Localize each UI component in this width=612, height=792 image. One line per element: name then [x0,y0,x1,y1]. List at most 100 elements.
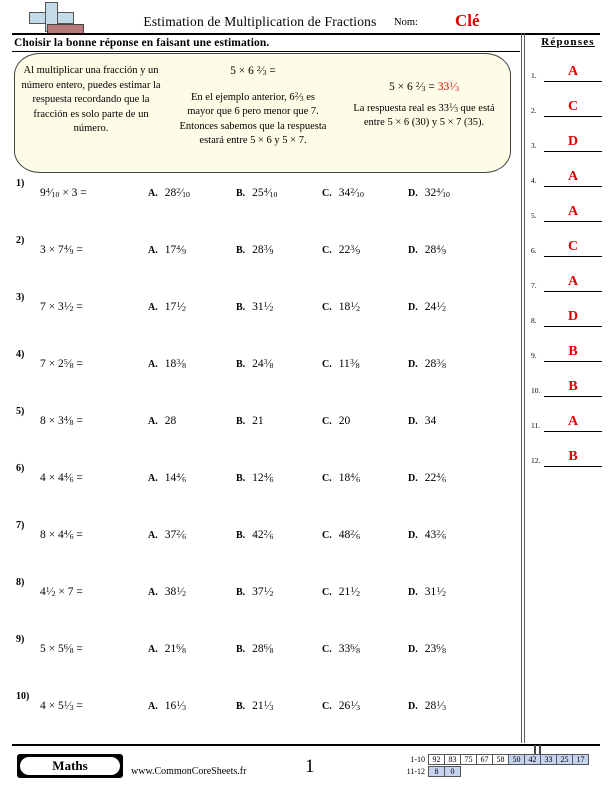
score-cell: 33 [540,754,557,765]
answer-option-d[interactable]: D. 34 [408,415,436,427]
answer-option-a[interactable]: A. 216⁄8 [148,641,187,656]
option-whole: 37 [252,586,264,598]
answer-option-b[interactable]: B. 283⁄9 [236,243,273,257]
option-label: D. [408,644,418,655]
answer-option-a[interactable]: A. 161⁄3 [148,699,186,713]
answer-option-b[interactable]: B. 21 [236,415,264,427]
question-expression: 3 × 74⁄9 = [40,243,83,257]
question-expr-tail: = [76,244,83,256]
answer-key-value: D [567,134,579,149]
option-label: D. [408,416,418,427]
answer-option-b[interactable]: B. 286⁄8 [236,641,274,656]
option-label: D. [408,245,418,256]
example-col2-line-e: estará entre 5 × 6 y 5 × 7. [199,135,307,146]
option-label: B. [236,359,246,370]
option-label: B. [236,473,246,484]
answer-key-underline [544,326,602,327]
question-row: 3) 7 × 31⁄2 = A. 171⁄2 B. 311⁄2 C. 181⁄2 D. 241⁄2 [0,292,520,349]
answer-option-d[interactable]: D. 284⁄9 [408,243,446,257]
option-fraction: 6⁄8 [176,641,187,656]
answer-key-index: 10. [531,386,541,395]
question-expr-tail: = [76,643,83,655]
score-cell: 67 [476,754,493,765]
answer-key-value: A [567,204,579,219]
answer-option-a[interactable]: A. 171⁄2 [148,300,186,314]
answer-key-value: A [567,169,579,184]
question-expr-prefix: 5 × 5 [40,643,64,655]
answer-option-a[interactable]: A. 144⁄6 [148,471,186,485]
option-whole: 43 [424,529,437,541]
answer-option-d[interactable]: D. 283⁄8 [408,357,446,371]
answer-option-c[interactable]: C. 482⁄6 [322,528,360,542]
answer-option-b[interactable]: B. 254⁄10 [236,186,277,200]
answer-option-d[interactable]: D. 224⁄6 [408,471,446,485]
example-col2-line-c: mayor que 6 pero menor que 7. [187,106,319,117]
answer-option-b[interactable]: B. 243⁄8 [236,357,273,371]
answer-option-c[interactable]: C. 184⁄6 [322,471,360,485]
example-eq2-fraction: 2⁄3 [415,79,426,94]
option-fraction: 6⁄8 [263,641,274,656]
answer-option-a[interactable]: A. 174⁄9 [148,242,187,257]
answer-option-c[interactable]: C. 223⁄9 [322,243,360,257]
answer-option-a[interactable]: A. 282⁄10 [148,186,190,200]
option-fraction: 2⁄6 [436,527,447,542]
question-expr-prefix: 4 × 5 [40,700,64,712]
answer-option-d[interactable]: D. 241⁄2 [408,300,446,314]
answer-option-b[interactable]: B. 124⁄6 [236,471,273,485]
option-whole: 12 [252,472,264,484]
option-fraction: 4⁄9 [176,242,187,257]
answer-option-a[interactable]: A. 381⁄2 [148,585,186,599]
question-expr-fraction: 5⁄8 [63,356,74,371]
option-label: D. [408,359,418,370]
answer-option-c[interactable]: C. 181⁄2 [322,300,360,314]
answer-option-c[interactable]: C. 261⁄3 [322,699,360,713]
option-fraction: 1⁄3 [263,698,274,713]
page-number: 1 [305,756,315,777]
answer-option-b[interactable]: B. 422⁄6 [236,528,273,542]
question-list: 1) 94⁄10 × 3 = A. 282⁄10 B. 254⁄10 C. 342⁄10 D. 3… [0,178,520,748]
answer-option-b[interactable]: B. 311⁄2 [236,300,273,314]
answer-option-d[interactable]: D. 311⁄2 [408,584,447,599]
answer-option-d[interactable]: D. 236⁄8 [408,642,446,656]
example-col2-line-a: En el ejemplo anterior, 6 [191,91,295,103]
example-col2-fraction: 2⁄3 [294,90,304,103]
example-column-explanation: Al multiplicar una fracción y un número … [21,65,161,134]
answer-option-b[interactable]: B. 211⁄3 [236,698,274,713]
option-label: A. [148,530,158,541]
answer-option-c[interactable]: C. 113⁄8 [322,357,360,371]
answer-option-d[interactable]: D. 432⁄6 [408,527,447,542]
answer-option-c[interactable]: C. 336⁄8 [322,642,360,656]
example-eq1-whole: 5 × 6 [230,65,254,77]
answer-key-underline [544,256,602,257]
answer-option-a[interactable]: A. 183⁄8 [148,357,186,371]
answer-key-row: 1. A [531,56,605,91]
example-eq2-answer-fraction: 1⁄3 [449,79,459,94]
answer-option-a[interactable]: A. 28 [148,415,176,427]
score-cell: 25 [556,754,573,765]
answer-option-c[interactable]: C. 20 [322,415,350,427]
option-label: D. [408,473,418,484]
answer-option-c[interactable]: C. 211⁄2 [322,585,360,599]
score-cell: 92 [428,754,445,765]
option-label: B. [236,245,246,256]
answer-key-value: C [567,239,579,254]
answer-option-a[interactable]: A. 372⁄6 [148,528,186,542]
option-label: C. [322,644,332,655]
option-whole: 22 [338,244,351,256]
option-whole: 37 [164,529,177,541]
option-whole: 31 [424,586,437,598]
answer-key-row: 10. B [531,371,605,406]
answer-key-row: 7. A [531,266,605,301]
answer-option-d[interactable]: D. 324⁄10 [408,186,450,200]
option-whole: 34 [424,415,437,427]
option-fraction: 2⁄10 [350,185,364,200]
option-whole: 22 [424,472,437,484]
answer-option-d[interactable]: D. 281⁄3 [408,699,446,713]
option-label: A. [148,245,158,256]
option-fraction: 1⁄2 [436,584,447,599]
answer-option-c[interactable]: C. 342⁄10 [322,185,364,200]
answer-key-underline [544,396,602,397]
answer-option-b[interactable]: B. 371⁄2 [236,585,273,599]
example-col3-line-c: entre 5 × 6 (30) y 5 × 7 (35). [363,117,485,128]
answer-key-index: 3. [531,141,537,150]
